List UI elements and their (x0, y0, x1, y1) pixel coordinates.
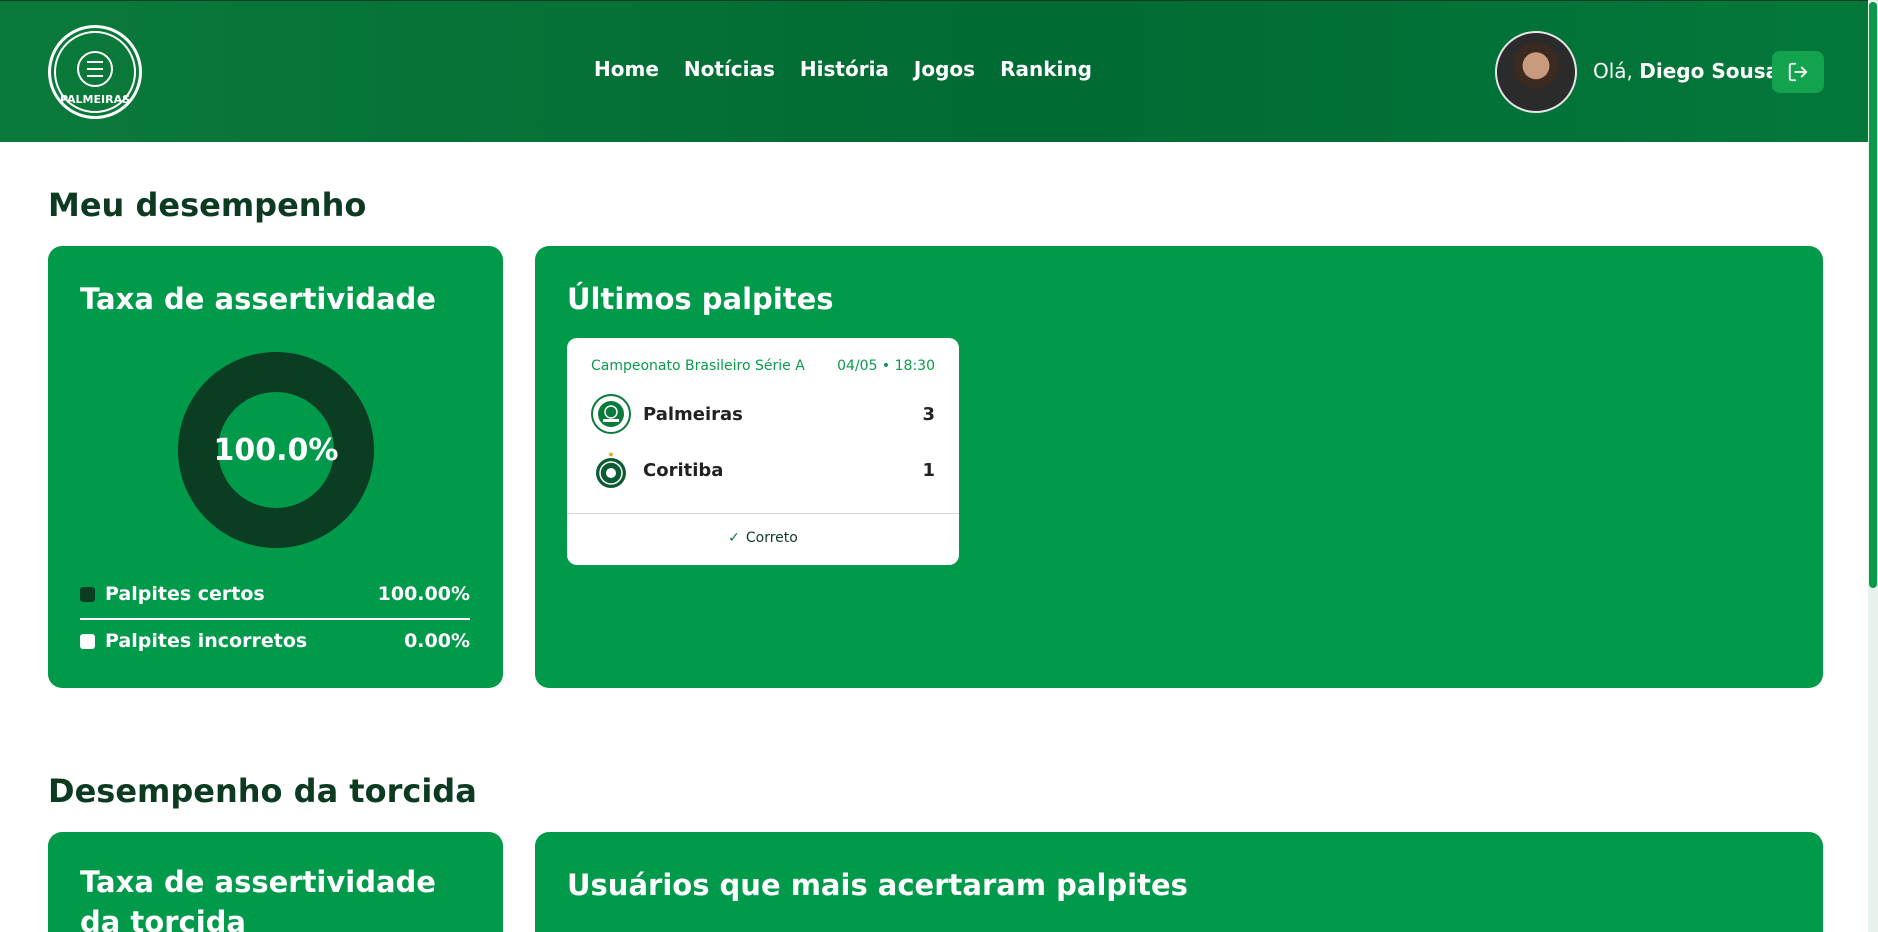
palmeiras-crest-icon (591, 394, 631, 434)
guess-datetime: 04/05 • 18:30 (837, 358, 935, 374)
away-team-score: 1 (922, 459, 935, 481)
logout-button[interactable] (1772, 51, 1824, 93)
recent-guesses-title: Últimos palpites (567, 282, 834, 316)
legend-value-correct: 100.00% (377, 583, 470, 605)
guess-status: ✓ Correto (567, 530, 959, 546)
scrollbar-thumb[interactable] (1869, 2, 1877, 588)
user-greeting: Olá, Diego Sousa (1593, 59, 1779, 83)
nav-jogos[interactable]: Jogos (914, 57, 975, 81)
nav-home[interactable]: Home (594, 57, 659, 81)
user-name: Diego Sousa (1639, 59, 1780, 83)
nav-historia[interactable]: História (800, 57, 889, 81)
accuracy-donut-chart: 100.0% (178, 352, 374, 548)
svg-text:PALMEIRAS: PALMEIRAS (60, 93, 130, 106)
legend-label-correct: Palpites certos (105, 583, 265, 605)
top-header: PALMEIRAS Home Notícias História Jogos R… (0, 0, 1868, 142)
top-users-card-title: Usuários que mais acertaram palpites (567, 868, 1188, 902)
check-icon: ✓ (728, 530, 740, 546)
section-title-my-performance: Meu desempenho (48, 186, 367, 224)
accuracy-card-title: Taxa de assertividade (80, 282, 436, 316)
legend-incorrect: Palpites incorretos 0.00% (80, 630, 470, 652)
main-nav: Home Notícias História Jogos Ranking (594, 57, 1092, 81)
section-title-fan-performance: Desempenho da torcida (48, 772, 477, 810)
legend-divider (80, 618, 470, 620)
legend-label-incorrect: Palpites incorretos (105, 630, 308, 652)
guess-status-label: Correto (745, 530, 798, 546)
nav-ranking[interactable]: Ranking (1000, 57, 1092, 81)
fan-accuracy-card: Taxa de assertividade da torcida (48, 832, 503, 932)
guess-card[interactable]: Campeonato Brasileiro Série A 04/05 • 18… (567, 338, 959, 565)
coritiba-crest-icon: ★ (591, 450, 631, 490)
accuracy-card: Taxa de assertividade 100.0% Palpites ce… (48, 246, 503, 688)
fan-accuracy-card-title: Taxa de assertividade da torcida (80, 865, 436, 932)
guess-away-team: ★ Coritiba 1 (591, 450, 935, 490)
page-scrollbar[interactable] (1868, 0, 1878, 932)
legend-swatch-incorrect (80, 633, 95, 649)
top-users-card: Usuários que mais acertaram palpites (535, 832, 1823, 932)
legend-value-incorrect: 0.00% (404, 630, 470, 652)
svg-text:★: ★ (607, 450, 614, 459)
logout-icon (1788, 62, 1808, 82)
guess-home-team: Palmeiras 3 (591, 394, 935, 434)
guess-header: Campeonato Brasileiro Série A 04/05 • 18… (591, 358, 935, 374)
away-team-name: Coritiba (643, 459, 724, 481)
donut-center-value: 100.0% (213, 432, 339, 468)
home-team-score: 3 (922, 403, 935, 425)
home-team-name: Palmeiras (643, 403, 743, 425)
guess-competition: Campeonato Brasileiro Série A (591, 358, 805, 374)
user-avatar[interactable] (1495, 31, 1577, 113)
recent-guesses-card: Últimos palpites Campeonato Brasileiro S… (535, 246, 1823, 688)
legend-correct: Palpites certos 100.00% (80, 583, 470, 605)
nav-noticias[interactable]: Notícias (684, 57, 775, 81)
guess-divider (567, 513, 959, 514)
greeting-prefix: Olá, (1593, 59, 1633, 83)
legend-swatch-correct (80, 586, 95, 602)
palmeiras-logo[interactable]: PALMEIRAS (48, 25, 142, 119)
